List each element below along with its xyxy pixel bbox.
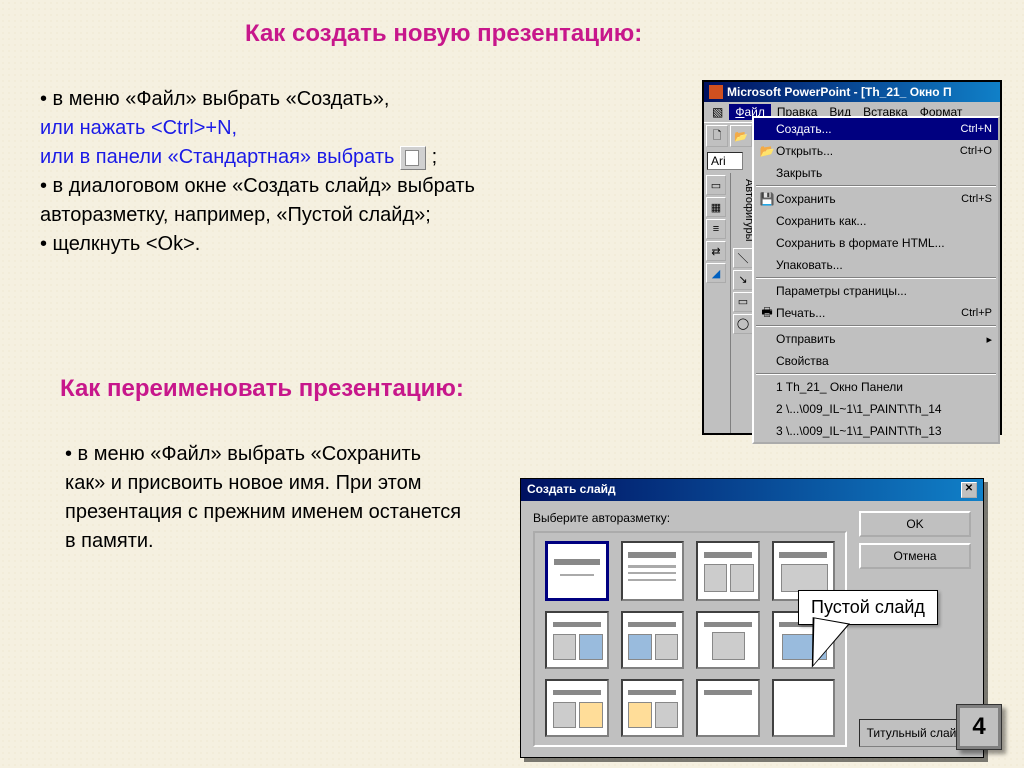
layout-bulleted-list[interactable] xyxy=(621,541,685,601)
separator xyxy=(756,325,996,327)
label: Открыть... xyxy=(776,144,960,158)
print-icon: 🖶 xyxy=(758,303,776,324)
dialog-prompt: Выберите авторазметку: xyxy=(533,511,847,525)
dialog-titlebar: Создать слайд ✕ xyxy=(521,479,983,501)
line: • в меню «Файл» выбрать «Создать», xyxy=(40,85,600,114)
text: или нажать xyxy=(40,117,151,139)
line: • щелкнуть <Ok>. xyxy=(40,230,600,259)
rect-tool[interactable]: ▭ xyxy=(733,292,753,312)
menu-item-save[interactable]: 💾СохранитьCtrl+S xyxy=(754,188,998,210)
new-document-icon xyxy=(400,146,426,170)
shortcut: Ctrl+P xyxy=(961,307,992,319)
arrow-tool[interactable]: ↘ xyxy=(733,270,753,290)
dialog-left: Выберите авторазметку: xyxy=(533,511,847,747)
file-menu-dropdown: Создать...Ctrl+N 📂Открыть...Ctrl+O Закры… xyxy=(752,116,1000,444)
layout-title-slide[interactable] xyxy=(545,541,609,601)
open-button[interactable]: 📂 xyxy=(730,125,752,147)
label: Параметры страницы... xyxy=(776,284,992,298)
menu-item-pack[interactable]: Упаковать... xyxy=(754,254,998,276)
shortcut: Ctrl+S xyxy=(961,193,992,205)
layout-chart-text[interactable] xyxy=(621,611,685,669)
ok-button[interactable]: OK xyxy=(859,511,971,537)
menu-item-recent1[interactable]: 1 Th_21_ Окно Панели xyxy=(754,376,998,398)
menu-item-open[interactable]: 📂Открыть...Ctrl+O xyxy=(754,140,998,162)
menu-item-recent2[interactable]: 2 \...\009_IL~1\1_PAINT\Th_14 xyxy=(754,398,998,420)
label: Печать... xyxy=(776,306,961,320)
label: Отправить xyxy=(776,332,986,346)
menu-item-close[interactable]: Закрыть xyxy=(754,162,998,184)
layout-clip-text[interactable] xyxy=(621,679,685,737)
layout-name-label: Титульный слайд xyxy=(859,719,971,747)
callout-blank-slide: Пустой слайд xyxy=(798,590,938,625)
label: Сохранить xyxy=(776,192,961,206)
label: Сохранить в формате HTML... xyxy=(776,236,992,250)
tool-btn[interactable]: ⇄ xyxy=(706,241,726,261)
page-number-badge: 4 xyxy=(956,704,1002,750)
label: 2 \...\009_IL~1\1_PAINT\Th_14 xyxy=(776,402,992,416)
font-name-box[interactable]: Ari xyxy=(707,152,743,170)
heading-rename: Как переименовать презентацию: xyxy=(60,375,464,403)
open-icon: 📂 xyxy=(758,144,776,158)
label: Упаковать... xyxy=(776,258,992,272)
line: • в диалоговом окне «Создать слайд» выбр… xyxy=(40,172,600,201)
shortcut: Ctrl+O xyxy=(960,145,992,157)
dialog-title: Создать слайд xyxy=(527,482,616,498)
menu-item-send[interactable]: Отправить▸ xyxy=(754,328,998,350)
menu-item-new[interactable]: Создать...Ctrl+N xyxy=(754,118,998,140)
layout-text-clip[interactable] xyxy=(545,679,609,737)
dialog-right: OK Отмена Титульный слайд xyxy=(859,511,971,747)
line: авторазметку, например, «Пустой слайд»; xyxy=(40,201,600,230)
instructions-create: • в меню «Файл» выбрать «Создать», или н… xyxy=(40,85,600,259)
label: 1 Th_21_ Окно Панели xyxy=(776,380,992,394)
line: или в панели «Стандартная» выбрать ; xyxy=(40,143,600,172)
powerpoint-window: Microsoft PowerPoint - [Th_21_ Окно П ▧ … xyxy=(702,80,1002,435)
text: ; xyxy=(432,146,438,168)
instructions-rename: • в меню «Файл» выбрать «Сохранить как» … xyxy=(65,440,465,556)
shortcut: Ctrl+N xyxy=(961,123,992,135)
tool-btn[interactable]: ≡ xyxy=(706,219,726,239)
separator xyxy=(756,277,996,279)
line-tool[interactable]: ＼ xyxy=(733,248,753,268)
layout-grid xyxy=(533,531,847,747)
menu-item-savehtml[interactable]: Сохранить в формате HTML... xyxy=(754,232,998,254)
menu-item-pagesetup[interactable]: Параметры страницы... xyxy=(754,280,998,302)
label: Создать... xyxy=(776,122,961,136)
window-titlebar: Microsoft PowerPoint - [Th_21_ Окно П xyxy=(704,82,1000,102)
layout-text-chart[interactable] xyxy=(545,611,609,669)
tool-btn[interactable]: ◢ xyxy=(706,263,726,283)
tool-btn[interactable]: ▭ xyxy=(706,175,726,195)
menu-item-print[interactable]: 🖶Печать...Ctrl+P xyxy=(754,302,998,324)
separator xyxy=(756,373,996,375)
label: Сохранить как... xyxy=(776,214,992,228)
text: , xyxy=(232,117,238,139)
menu-item-saveas[interactable]: Сохранить как... xyxy=(754,210,998,232)
separator xyxy=(756,185,996,187)
close-button[interactable]: ✕ xyxy=(961,482,977,498)
line: или нажать <Ctrl>+N, xyxy=(40,114,600,143)
menu-item-recent3[interactable]: 3 \...\009_IL~1\1_PAINT\Th_13 xyxy=(754,420,998,442)
text: или в панели «Стандартная» выбрать xyxy=(40,146,394,168)
tool-btn[interactable]: ▦ xyxy=(706,197,726,217)
new-button[interactable]: 🗋 xyxy=(706,125,728,147)
window-title: Microsoft PowerPoint - [Th_21_ Окно П xyxy=(727,85,952,99)
heading-create: Как создать новую презентацию: xyxy=(245,20,642,48)
layout-title-only[interactable] xyxy=(696,679,760,737)
oval-tool[interactable]: ◯ xyxy=(733,314,753,334)
layout-orgchart[interactable] xyxy=(696,611,760,669)
layout-two-column[interactable] xyxy=(696,541,760,601)
view-toolbar: ▭ ▦ ≡ ⇄ ◢ xyxy=(704,173,731,433)
menu-item-properties[interactable]: Свойства xyxy=(754,350,998,372)
label: Закрыть xyxy=(776,166,992,180)
layout-blank[interactable] xyxy=(772,679,836,737)
label: 3 \...\009_IL~1\1_PAINT\Th_13 xyxy=(776,424,992,438)
app-icon xyxy=(709,85,723,99)
system-menu-icon[interactable]: ▧ xyxy=(706,104,729,120)
shortcut-text: <Ctrl>+N xyxy=(151,117,232,139)
dialog-body: Выберите авторазметку: xyxy=(521,501,983,757)
label: Свойства xyxy=(776,354,992,368)
cancel-button[interactable]: Отмена xyxy=(859,543,971,569)
save-icon: 💾 xyxy=(758,192,776,206)
submenu-arrow-icon: ▸ xyxy=(986,333,992,346)
